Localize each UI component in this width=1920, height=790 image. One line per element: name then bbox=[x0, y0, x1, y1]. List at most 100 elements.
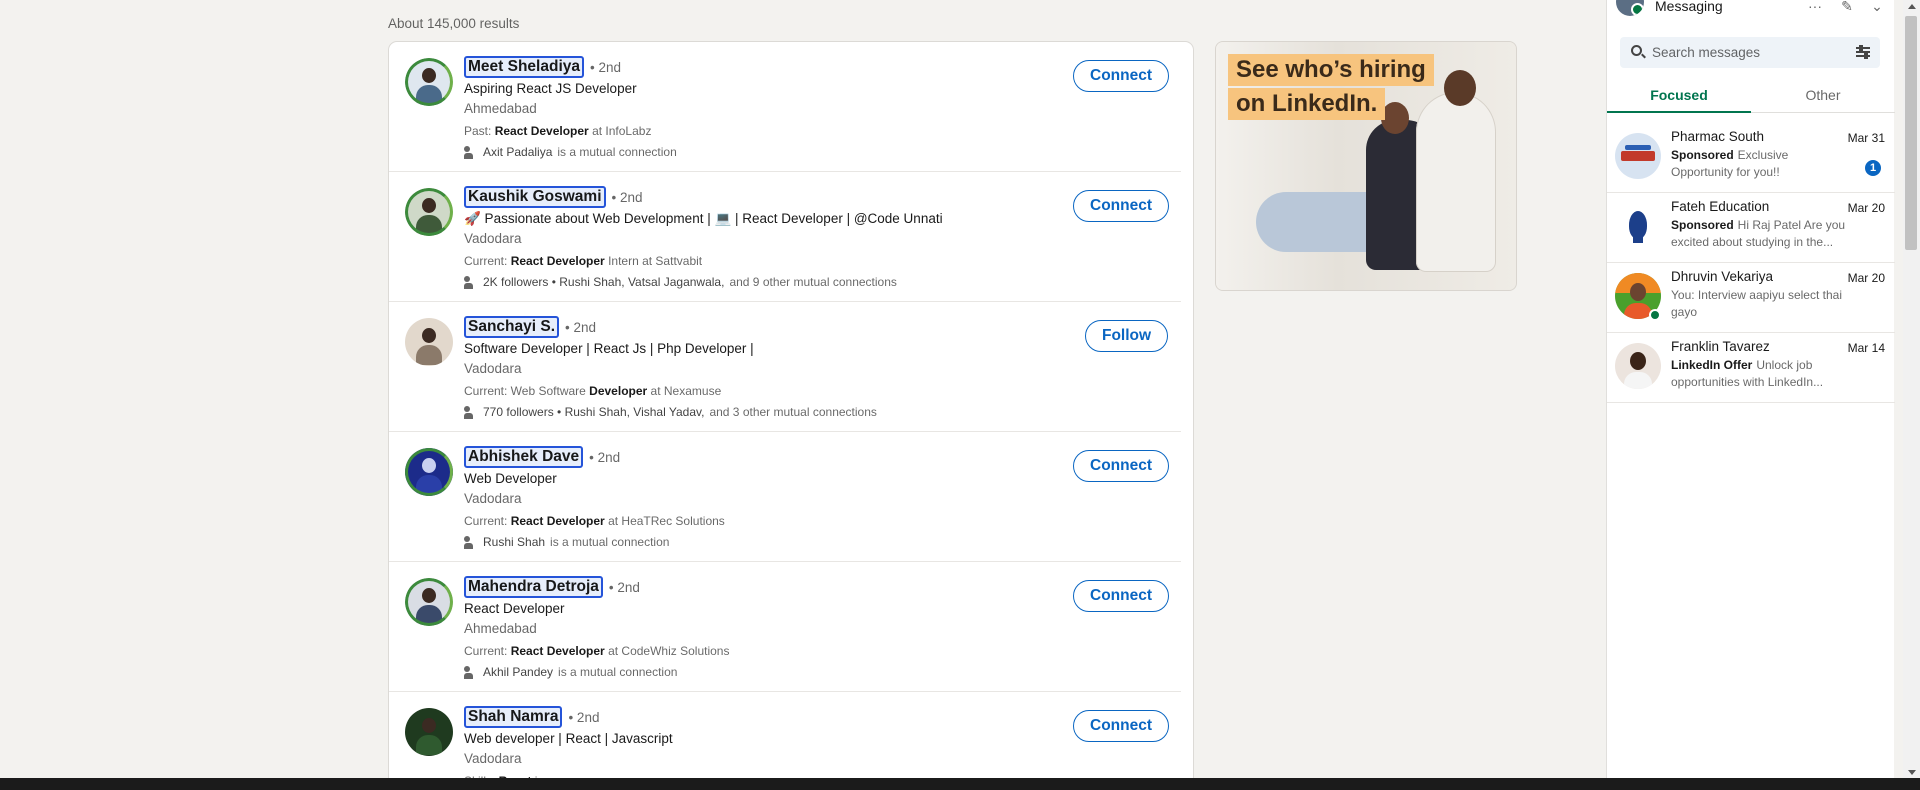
taskbar-strip bbox=[0, 778, 1920, 790]
more-options-icon[interactable]: ··· bbox=[1805, 0, 1825, 14]
people-icon bbox=[464, 405, 478, 419]
mutual-connections[interactable]: 2K followers • Rushi Shah, Vatsal Jaganw… bbox=[464, 274, 943, 290]
mutual-connections[interactable]: 770 followers • Rushi Shah, Vishal Yadav… bbox=[464, 404, 877, 420]
tab-focused[interactable]: Focused bbox=[1607, 80, 1751, 113]
mutual-connections[interactable]: Rushi Shah is a mutual connection bbox=[464, 534, 725, 550]
result-row: Sanchayi S. • 2nd Software Developer | R… bbox=[389, 302, 1181, 432]
profile-position: Past: React Developer at InfoLabz bbox=[464, 124, 652, 138]
profile-avatar[interactable] bbox=[405, 188, 453, 236]
profile-avatar[interactable] bbox=[405, 318, 453, 366]
profile-name-link[interactable]: Shah Namra bbox=[464, 706, 563, 728]
profile-location: Vadodara bbox=[464, 491, 522, 506]
conversation-date: Mar 31 bbox=[1847, 131, 1885, 145]
result-row: Shah Namra • 2nd Web developer | React |… bbox=[389, 692, 1181, 790]
result-row: Abhishek Dave • 2nd Web Developer Vadoda… bbox=[389, 432, 1181, 562]
profile-headline: React Developer bbox=[464, 601, 565, 616]
profile-name-link[interactable]: Kaushik Goswami bbox=[464, 186, 606, 208]
hiring-ad-banner[interactable]: See who’s hiring on LinkedIn. bbox=[1215, 41, 1517, 291]
connection-degree: • 2nd bbox=[608, 579, 640, 595]
conversation-preview: Sponsored Hi Raj Patel Are you excited ab… bbox=[1671, 218, 1846, 249]
compose-icon[interactable]: ✎ bbox=[1837, 0, 1857, 14]
profile-headline: Web developer | React | Javascript bbox=[464, 731, 673, 746]
conversation-date: Mar 20 bbox=[1847, 271, 1885, 285]
results-count: About 145,000 results bbox=[388, 16, 520, 31]
search-messages-input[interactable] bbox=[1652, 37, 1842, 68]
conversation-name: Pharmac South bbox=[1671, 129, 1765, 144]
connection-degree: • 2nd bbox=[589, 449, 621, 465]
connect-button[interactable]: Connect bbox=[1073, 450, 1169, 482]
filter-icon[interactable] bbox=[1856, 45, 1870, 59]
scroll-down-icon[interactable] bbox=[1908, 770, 1916, 775]
search-icon bbox=[1631, 45, 1642, 56]
connect-button[interactable]: Connect bbox=[1073, 60, 1169, 92]
conversation-preview: LinkedIn Offer Unlock job opportunities w… bbox=[1671, 358, 1824, 389]
profile-avatar[interactable] bbox=[405, 448, 453, 496]
connection-degree: • 2nd bbox=[568, 709, 600, 725]
conversation-item[interactable]: Dhruvin Vekariya Mar 20 You: Interview a… bbox=[1607, 263, 1895, 333]
profile-location: Vadodara bbox=[464, 751, 522, 766]
conversation-item[interactable]: Fateh Education Mar 20 Sponsored Hi Raj P… bbox=[1607, 193, 1895, 263]
conversation-name: Dhruvin Vekariya bbox=[1671, 269, 1774, 284]
profile-position: Current: React Developer at HeaTRec Solu… bbox=[464, 514, 725, 528]
profile-position: Current: React Developer at CodeWhiz Sol… bbox=[464, 644, 730, 658]
scrollbar-thumb[interactable] bbox=[1905, 16, 1917, 250]
profile-location: Vadodara bbox=[464, 361, 522, 376]
profile-location: Ahmedabad bbox=[464, 101, 537, 116]
follow-button[interactable]: Follow bbox=[1085, 320, 1169, 352]
result-row: Kaushik Goswami • 2nd 🚀 Passionate about… bbox=[389, 172, 1181, 302]
profile-location: Ahmedabad bbox=[464, 621, 537, 636]
conversation-item[interactable]: Franklin Tavarez Mar 14 LinkedIn Offer Un… bbox=[1607, 333, 1895, 403]
mutual-connections[interactable]: Axit Padaliya is a mutual connection bbox=[464, 144, 677, 160]
ad-headline: See who’s hiring on LinkedIn. bbox=[1228, 54, 1434, 122]
message-search[interactable] bbox=[1620, 37, 1880, 68]
avatar[interactable] bbox=[1616, 0, 1644, 16]
search-results-list: Meet Sheladiya • 2nd Aspiring React JS D… bbox=[388, 41, 1194, 790]
messaging-header[interactable]: Messaging ··· ✎ ⌄ bbox=[1607, 0, 1895, 18]
profile-name-link[interactable]: Mahendra Detroja bbox=[464, 576, 603, 598]
conversation-date: Mar 14 bbox=[1847, 341, 1885, 355]
conversation-avatar bbox=[1615, 133, 1661, 179]
conversation-item[interactable]: Pharmac South Mar 31 Sponsored Exclusive … bbox=[1607, 123, 1895, 193]
connect-button[interactable]: Connect bbox=[1073, 710, 1169, 742]
people-icon bbox=[464, 145, 478, 159]
profile-avatar[interactable] bbox=[405, 58, 453, 106]
tab-other[interactable]: Other bbox=[1751, 80, 1895, 113]
profile-headline: Aspiring React JS Developer bbox=[464, 81, 637, 96]
result-row: Mahendra Detroja • 2nd React Developer A… bbox=[389, 562, 1181, 692]
connect-button[interactable]: Connect bbox=[1073, 190, 1169, 222]
connection-degree: • 2nd bbox=[590, 59, 622, 75]
scroll-up-icon[interactable] bbox=[1908, 4, 1916, 9]
mutual-connections[interactable]: Akhil Pandey is a mutual connection bbox=[464, 664, 729, 680]
profile-avatar[interactable] bbox=[405, 708, 453, 756]
conversation-avatar bbox=[1615, 203, 1661, 249]
messaging-title: Messaging bbox=[1655, 0, 1723, 14]
profile-headline: Web Developer bbox=[464, 471, 557, 486]
people-icon bbox=[464, 665, 478, 679]
profile-headline: Software Developer | React Js | Php Deve… bbox=[464, 341, 754, 356]
conversation-avatar bbox=[1615, 343, 1661, 389]
profile-name-link[interactable]: Meet Sheladiya bbox=[464, 56, 584, 78]
connection-degree: • 2nd bbox=[611, 189, 643, 205]
chevron-down-icon[interactable]: ⌄ bbox=[1867, 0, 1887, 14]
messaging-tabs: Focused Other bbox=[1607, 80, 1895, 113]
conversation-preview: Sponsored Exclusive Opportunity for you!! bbox=[1671, 148, 1789, 179]
profile-name-link[interactable]: Sanchayi S. bbox=[464, 316, 560, 338]
conversation-name: Franklin Tavarez bbox=[1671, 339, 1770, 354]
profile-location: Vadodara bbox=[464, 231, 522, 246]
connect-button[interactable]: Connect bbox=[1073, 580, 1169, 612]
people-icon bbox=[464, 275, 478, 289]
conversation-name: Fateh Education bbox=[1671, 199, 1770, 214]
profile-position: Current: Web Software Developer at Nexam… bbox=[464, 384, 722, 398]
messaging-panel: Messaging ··· ✎ ⌄ Focused Other Pharmac … bbox=[1606, 0, 1895, 790]
profile-headline: 🚀 Passionate about Web Development | 💻 |… bbox=[464, 211, 943, 226]
profile-name-link[interactable]: Abhishek Dave bbox=[464, 446, 584, 468]
people-icon bbox=[464, 535, 478, 549]
profile-avatar[interactable] bbox=[405, 578, 453, 626]
page-scrollbar[interactable] bbox=[1903, 0, 1920, 790]
conversation-date: Mar 20 bbox=[1847, 201, 1885, 215]
connection-degree: • 2nd bbox=[565, 319, 597, 335]
profile-position: Current: React Developer Intern at Sattv… bbox=[464, 254, 703, 268]
conversation-preview: You: Interview aapiyu select thai gayo bbox=[1671, 288, 1842, 319]
unread-badge: 1 bbox=[1865, 160, 1881, 176]
online-status-icon bbox=[1649, 309, 1661, 321]
